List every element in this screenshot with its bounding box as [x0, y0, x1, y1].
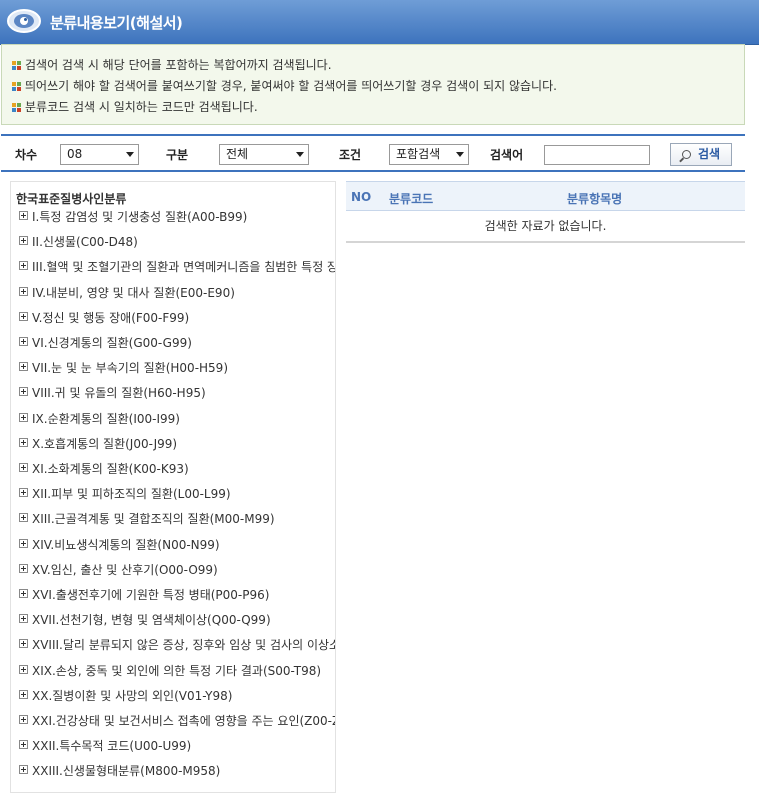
- tree-item[interactable]: VII.눈 및 눈 부속기의 질환(H00-H59): [19, 358, 228, 378]
- tree-item[interactable]: XX.질병이환 및 사망의 외인(V01-Y98): [19, 686, 232, 706]
- column-header-name: 분류항목명: [567, 192, 623, 206]
- expand-plus-icon[interactable]: [19, 639, 28, 648]
- expand-plus-icon[interactable]: [19, 488, 28, 497]
- tree-item[interactable]: II.신생물(C00-D48): [19, 232, 138, 252]
- tree-item[interactable]: IX.순환계통의 질환(I00-I99): [19, 409, 180, 429]
- chevron-down-icon: [126, 152, 134, 157]
- expand-plus-icon[interactable]: [19, 211, 28, 220]
- bullet-icon: [12, 103, 21, 112]
- tree-item[interactable]: XXII.특수목적 코드(U00-U99): [19, 736, 191, 756]
- tree-root: 한국표준질병사인분류: [16, 192, 127, 206]
- expand-plus-icon[interactable]: [19, 589, 28, 598]
- expand-plus-icon[interactable]: [19, 337, 28, 346]
- condition-select[interactable]: 포함검색: [389, 144, 469, 165]
- type-select[interactable]: 전체: [219, 144, 309, 165]
- tree-item[interactable]: XVI.출생전후기에 기원한 특정 병태(P00-P96): [19, 585, 269, 605]
- tree-item[interactable]: XV.임신, 출산 및 산후기(O00-O99): [19, 560, 218, 580]
- tree-item[interactable]: XI.소화계통의 질환(K00-K93): [19, 459, 189, 479]
- expand-plus-icon[interactable]: [19, 362, 28, 371]
- expand-plus-icon[interactable]: [19, 513, 28, 522]
- tip-line: 분류코드 검색 시 일치하는 코드만 검색됩니다.: [12, 98, 258, 116]
- expand-plus-icon[interactable]: [19, 765, 28, 774]
- tree-item[interactable]: XIII.근골격계통 및 결합조직의 질환(M00-M99): [19, 509, 275, 529]
- tree-item[interactable]: XII.피부 및 피하조직의 질환(L00-L99): [19, 484, 231, 504]
- search-bar: 차수 08 구분 전체 조건 포함검색 검색어 검색: [1, 134, 745, 172]
- chevron-down-icon: [456, 152, 464, 157]
- expand-plus-icon[interactable]: [19, 564, 28, 573]
- search-icon: [681, 150, 691, 159]
- results-header: NO 분류코드 분류항목명: [346, 181, 745, 211]
- tree-item[interactable]: XIV.비뇨생식계통의 질환(N00-N99): [19, 535, 220, 555]
- expand-plus-icon[interactable]: [19, 463, 28, 472]
- empty-results-message: 검색한 자료가 없습니다.: [346, 211, 745, 243]
- bullet-icon: [12, 82, 21, 91]
- order-select[interactable]: 08: [60, 144, 139, 165]
- expand-plus-icon[interactable]: [19, 665, 28, 674]
- page-title: 분류내용보기(해설서): [50, 14, 183, 32]
- condition-label: 조건: [339, 148, 362, 162]
- title-bar: 분류내용보기(해설서): [0, 0, 759, 45]
- search-button[interactable]: 검색: [670, 143, 732, 166]
- order-label: 차수: [15, 148, 38, 162]
- expand-plus-icon[interactable]: [19, 287, 28, 296]
- column-header-no: NO: [351, 190, 372, 204]
- tip-line: 검색어 검색 시 해당 단어를 포함하는 복합어까지 검색됩니다.: [12, 56, 332, 74]
- expand-plus-icon[interactable]: [19, 236, 28, 245]
- bullet-icon: [12, 61, 21, 70]
- expand-plus-icon[interactable]: [19, 413, 28, 422]
- tree-item[interactable]: VIII.귀 및 유돌의 질환(H60-H95): [19, 383, 206, 403]
- tip-line: 띄어쓰기 해야 할 검색어를 붙여쓰기할 경우, 붙여써야 할 검색어를 띄어쓰…: [12, 77, 557, 95]
- tree-item[interactable]: XXI.건강상태 및 보건서비스 접촉에 영향을 주는 요인(Z00-Z: [19, 711, 335, 731]
- expand-plus-icon[interactable]: [19, 312, 28, 321]
- expand-plus-icon[interactable]: [19, 715, 28, 724]
- keyword-label: 검색어: [490, 148, 524, 162]
- tree-item[interactable]: XVII.선천기형, 변형 및 염색체이상(Q00-Q99): [19, 610, 271, 630]
- tree-item[interactable]: I.특정 감염성 및 기생충성 질환(A00-B99): [19, 207, 247, 227]
- tree-item[interactable]: XIX.손상, 중독 및 외인에 의한 특정 기타 결과(S00-T98): [19, 661, 321, 681]
- expand-plus-icon[interactable]: [19, 690, 28, 699]
- tree-item[interactable]: X.호흡계통의 질환(J00-J99): [19, 434, 177, 454]
- expand-plus-icon[interactable]: [19, 614, 28, 623]
- expand-plus-icon[interactable]: [19, 438, 28, 447]
- tree-item[interactable]: III.혈액 및 조혈기관의 질환과 면역메커니즘을 침범한 특정 장: [19, 257, 335, 277]
- tree-item[interactable]: V.정신 및 행동 장애(F00-F99): [19, 308, 189, 328]
- tree-item[interactable]: VI.신경계통의 질환(G00-G99): [19, 333, 192, 353]
- column-header-code: 분류코드: [389, 192, 434, 206]
- chevron-down-icon: [296, 152, 304, 157]
- search-tips-box: 검색어 검색 시 해당 단어를 포함하는 복합어까지 검색됩니다. 띄어쓰기 해…: [1, 44, 745, 125]
- expand-plus-icon[interactable]: [19, 539, 28, 548]
- expand-plus-icon[interactable]: [19, 261, 28, 270]
- expand-plus-icon[interactable]: [19, 740, 28, 749]
- type-label: 구분: [166, 148, 189, 162]
- classification-tree: 한국표준질병사인분류 I.특정 감염성 및 기생충성 질환(A00-B99) I…: [10, 181, 336, 793]
- tree-item[interactable]: XVIII.달리 분류되지 않은 증상, 징후와 임상 및 검사의 이상소: [19, 635, 335, 655]
- tree-item[interactable]: IV.내분비, 영양 및 대사 질환(E00-E90): [19, 283, 235, 303]
- keyword-input[interactable]: [544, 145, 650, 165]
- tree-item[interactable]: XXIII.신생물형태분류(M800-M958): [19, 761, 220, 781]
- expand-plus-icon[interactable]: [19, 387, 28, 396]
- eye-icon: [7, 9, 41, 33]
